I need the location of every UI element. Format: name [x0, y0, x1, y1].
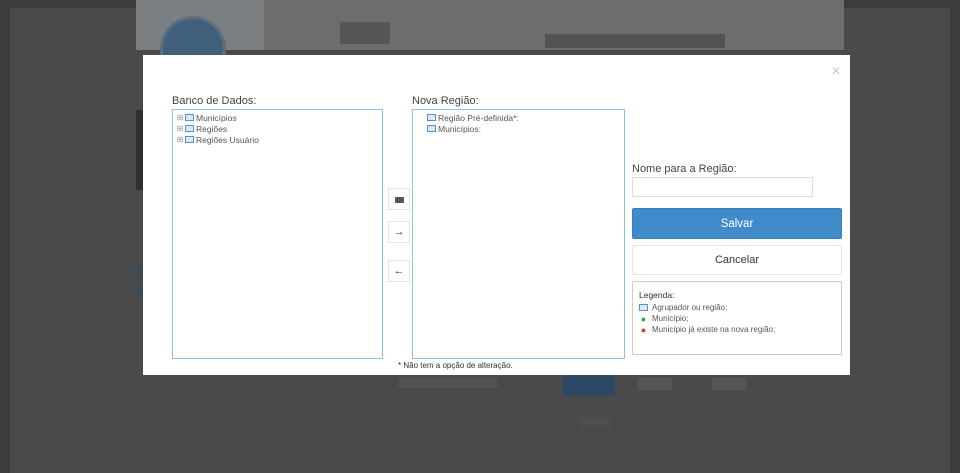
legend-item: Agrupador ou região; — [639, 302, 835, 313]
legend-item-label: Município; — [652, 314, 689, 323]
background-button — [638, 378, 672, 390]
legend: Legenda: Agrupador ou região; ● Municípi… — [632, 281, 842, 355]
background-sidebar-mark — [136, 266, 142, 276]
folder-icon — [185, 125, 194, 132]
region-name-label: Nome para a Região: — [632, 163, 737, 175]
tree-node-municipios[interactable]: ⊞ Municípios — [176, 112, 382, 123]
folder-icon — [427, 114, 436, 121]
arrow-right-icon: → — [393, 226, 405, 238]
database-panel-label: Banco de Dados: — [172, 95, 257, 107]
region-name-input[interactable] — [632, 177, 813, 197]
expand-icon[interactable]: ⊞ — [176, 124, 184, 133]
expand-icon[interactable]: ⊞ — [176, 135, 184, 144]
folder-icon — [185, 136, 194, 143]
legend-item-label: Agrupador ou região; — [652, 303, 728, 312]
tree-node-regioes-usuario[interactable]: ⊞ Regiões Usuário — [176, 134, 382, 145]
tree-node-label[interactable]: Região Pré-definida*: — [438, 113, 519, 123]
tree-node-label[interactable]: Municípios: — [438, 124, 481, 134]
background-primary-button — [563, 372, 615, 396]
region-editor-modal: × Banco de Dados: ⊞ Municípios ⊞ Regiões… — [143, 55, 850, 375]
legend-item-label: Município já existe na nova região; — [652, 325, 776, 334]
folder-icon — [394, 197, 404, 203]
background-button — [712, 378, 746, 390]
legend-item: ● Município; — [639, 313, 835, 324]
new-region-tree[interactable]: Região Pré-definida*: Municípios: — [412, 109, 625, 359]
arrow-left-icon: ← — [393, 265, 405, 277]
new-region-panel-label: Nova Região: — [412, 95, 479, 107]
folder-icon — [185, 114, 194, 121]
footnote: * Não tem a opção de alteração. — [398, 361, 513, 370]
add-group-button[interactable] — [388, 188, 410, 210]
background-header-graphic — [340, 22, 390, 44]
expand-icon[interactable]: ⊞ — [176, 113, 184, 122]
cancel-button[interactable]: Cancelar — [632, 245, 842, 275]
remove-button[interactable]: ← — [388, 260, 410, 282]
legend-title: Legenda: — [639, 290, 675, 300]
close-icon[interactable]: × — [829, 64, 843, 80]
background-header-graphic — [545, 34, 725, 48]
tree-node-label[interactable]: Regiões Usuário — [196, 135, 259, 145]
pin-red-icon: ● — [640, 324, 647, 335]
legend-item: ● Município já existe na nova região; — [639, 324, 835, 335]
tree-node-label[interactable]: Municípios — [196, 113, 237, 123]
pin-green-icon: ● — [640, 313, 647, 324]
tree-node-label[interactable]: Regiões — [196, 124, 227, 134]
background-text — [580, 418, 610, 426]
tree-node-municipios[interactable]: Municípios: — [427, 123, 624, 134]
folder-icon — [427, 125, 436, 132]
tree-node-regioes[interactable]: ⊞ Regiões — [176, 123, 382, 134]
background-sidebar-mark — [136, 286, 142, 296]
background-text — [398, 378, 498, 388]
add-button[interactable]: → — [388, 221, 410, 243]
tree-node-regiao-predefinida[interactable]: Região Pré-definida*: — [427, 112, 624, 123]
database-tree[interactable]: ⊞ Municípios ⊞ Regiões ⊞ Regiões Usuário — [172, 109, 383, 359]
save-button[interactable]: Salvar — [632, 208, 842, 239]
folder-icon — [639, 304, 648, 311]
